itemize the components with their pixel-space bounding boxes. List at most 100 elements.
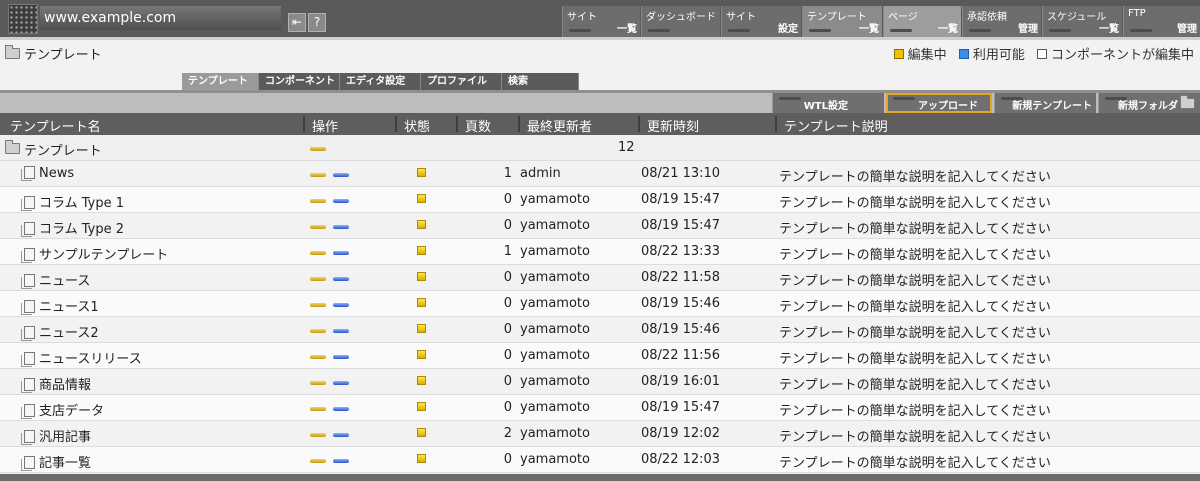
- editing-status-icon: [417, 428, 426, 437]
- preview-icon[interactable]: [333, 303, 349, 307]
- logout-icon[interactable]: ⇤: [288, 13, 306, 32]
- template-name-cell[interactable]: コラム Type 2: [21, 218, 124, 237]
- column-header-pages[interactable]: 頁数: [455, 116, 491, 135]
- preview-icon[interactable]: [333, 251, 349, 255]
- edit-icon[interactable]: [310, 173, 326, 177]
- column-header-last-editor[interactable]: 最終更新者: [517, 116, 592, 135]
- upload-button[interactable]: アップロード: [886, 93, 992, 113]
- table-row[interactable]: ニュースリリース 0 yamamoto 08/22 11:56 テンプレートの簡単な説明…: [0, 343, 1200, 369]
- template-name-cell[interactable]: ニュースリリース: [21, 348, 142, 367]
- editing-status-icon: [417, 454, 426, 463]
- template-name[interactable]: ニュースリリース: [39, 352, 142, 367]
- help-icon[interactable]: ?: [308, 13, 326, 32]
- edit-icon[interactable]: [310, 251, 326, 255]
- template-description: テンプレートの簡単な説明を記入してください: [779, 274, 1051, 289]
- preview-icon[interactable]: [333, 407, 349, 411]
- edit-icon[interactable]: [310, 459, 326, 463]
- template-name-cell[interactable]: 支店データ: [21, 400, 104, 419]
- app-logo-icon[interactable]: [8, 4, 38, 34]
- table-row[interactable]: ニュース2 0 yamamoto 08/19 15:46 テンプレートの簡単な説明を記入…: [0, 317, 1200, 343]
- preview-icon[interactable]: [333, 381, 349, 385]
- template-name[interactable]: 記事一覧: [39, 456, 91, 471]
- table-row[interactable]: コラム Type 2 0 yamamoto 08/19 15:47 テンプレートの簡単な…: [0, 213, 1200, 239]
- folder-name[interactable]: テンプレート: [24, 140, 102, 159]
- preview-icon[interactable]: [333, 329, 349, 333]
- column-header-status[interactable]: 状態: [394, 116, 430, 135]
- template-name[interactable]: 汎用記事: [39, 430, 91, 445]
- template-name-cell[interactable]: News: [21, 166, 74, 181]
- edit-icon[interactable]: [310, 355, 326, 359]
- table-row[interactable]: ニュース 0 yamamoto 08/22 11:58 テンプレートの簡単な説明を記入し…: [0, 265, 1200, 291]
- site-name: www.example.com: [40, 6, 281, 30]
- nav-page-list[interactable]: ページ 一覧: [883, 6, 961, 37]
- preview-icon[interactable]: [333, 173, 349, 177]
- tab-profile[interactable]: プロファイル: [421, 73, 502, 90]
- nav-schedule-list[interactable]: スケジュール 一覧: [1042, 6, 1122, 37]
- table-row[interactable]: ニュース1 0 yamamoto 08/19 15:46 テンプレートの簡単な説明を記入…: [0, 291, 1200, 317]
- table-row[interactable]: 商品情報 0 yamamoto 08/19 16:01 テンプレートの簡単な説明を記入し…: [0, 369, 1200, 395]
- edit-icon[interactable]: [310, 381, 326, 385]
- template-name[interactable]: サンプルテンプレート: [39, 248, 168, 263]
- template-name-cell[interactable]: 商品情報: [21, 374, 91, 393]
- template-document-icon: [21, 456, 35, 471]
- preview-icon[interactable]: [333, 225, 349, 229]
- template-name-cell[interactable]: ニュース2: [21, 322, 99, 341]
- nav-approval-requests[interactable]: 承認依頼 管理: [962, 6, 1041, 37]
- edit-icon[interactable]: [310, 433, 326, 437]
- template-name[interactable]: News: [39, 166, 74, 181]
- template-name-cell[interactable]: ニュース1: [21, 296, 99, 315]
- nav-ftp-management[interactable]: FTP 管理: [1123, 6, 1200, 37]
- template-name[interactable]: ニュース: [39, 274, 90, 289]
- table-row[interactable]: サンプルテンプレート 1 yamamoto 08/22 13:33 テンプレートの簡単な…: [0, 239, 1200, 265]
- template-name[interactable]: 商品情報: [39, 378, 91, 393]
- column-header-name[interactable]: テンプレート名: [10, 116, 101, 135]
- template-name-cell[interactable]: 汎用記事: [21, 426, 91, 445]
- preview-icon[interactable]: [333, 277, 349, 281]
- column-header-operations: 操作: [302, 116, 338, 135]
- new-folder-button[interactable]: 新規フォルダ: [1098, 93, 1200, 113]
- edit-icon[interactable]: [310, 303, 326, 307]
- tab-components[interactable]: コンポーネント: [259, 73, 340, 90]
- nav-site-settings[interactable]: サイト 設定: [721, 6, 801, 37]
- edit-icon[interactable]: [310, 407, 326, 411]
- last-editor: yamamoto: [520, 426, 590, 441]
- preview-icon[interactable]: [333, 199, 349, 203]
- tab-editor-settings[interactable]: エディタ設定: [340, 73, 421, 90]
- table-row[interactable]: 支店データ 0 yamamoto 08/19 15:47 テンプレートの簡単な説明を記入…: [0, 395, 1200, 421]
- template-name[interactable]: コラム Type 1: [39, 196, 124, 211]
- wtl-settings-button[interactable]: WTL設定: [772, 93, 884, 113]
- new-template-button[interactable]: 新規テンプレート: [994, 93, 1096, 113]
- page-count: 0: [503, 348, 512, 363]
- template-name-cell[interactable]: 記事一覧: [21, 452, 91, 471]
- template-name-cell[interactable]: ニュース: [21, 270, 90, 289]
- edit-icon[interactable]: [310, 199, 326, 203]
- table-row[interactable]: 汎用記事 2 yamamoto 08/19 12:02 テンプレートの簡単な説明を記入し…: [0, 421, 1200, 447]
- tab-templates[interactable]: テンプレート: [182, 73, 259, 90]
- template-name[interactable]: ニュース1: [39, 300, 99, 315]
- table-row-folder[interactable]: テンプレート 12: [0, 135, 1200, 161]
- edit-icon[interactable]: [310, 277, 326, 281]
- preview-icon[interactable]: [333, 433, 349, 437]
- page-count: 0: [503, 192, 512, 207]
- edit-icon[interactable]: [310, 329, 326, 333]
- nav-site-list[interactable]: サイト 一覧: [562, 6, 640, 37]
- preview-icon[interactable]: [333, 355, 349, 359]
- template-name[interactable]: コラム Type 2: [39, 222, 124, 237]
- edit-icon[interactable]: [310, 147, 326, 151]
- template-name-cell[interactable]: サンプルテンプレート: [21, 244, 168, 263]
- preview-icon[interactable]: [333, 459, 349, 463]
- edit-icon[interactable]: [310, 225, 326, 229]
- nav-template-list[interactable]: テンプレート 一覧: [802, 6, 882, 37]
- table-row[interactable]: 記事一覧 0 yamamoto 08/22 12:03 テンプレートの簡単な説明を記入し…: [0, 447, 1200, 473]
- tab-search[interactable]: 検索: [502, 73, 579, 90]
- table-row[interactable]: News 1 admin 08/21 13:10 テンプレートの簡単な説明を記入してくだ…: [0, 161, 1200, 187]
- template-name[interactable]: 支店データ: [39, 404, 104, 419]
- template-name-cell[interactable]: コラム Type 1: [21, 192, 124, 211]
- table-row[interactable]: コラム Type 1 0 yamamoto 08/19 15:47 テンプレートの簡単な…: [0, 187, 1200, 213]
- column-header-updated[interactable]: 更新時刻: [637, 116, 699, 135]
- template-name[interactable]: ニュース2: [39, 326, 99, 341]
- nav-dashboard[interactable]: ダッシュボード: [641, 6, 720, 37]
- template-description: テンプレートの簡単な説明を記入してください: [779, 378, 1051, 393]
- folder-icon: [1180, 95, 1195, 109]
- updated-time: 08/22 11:58: [641, 270, 721, 285]
